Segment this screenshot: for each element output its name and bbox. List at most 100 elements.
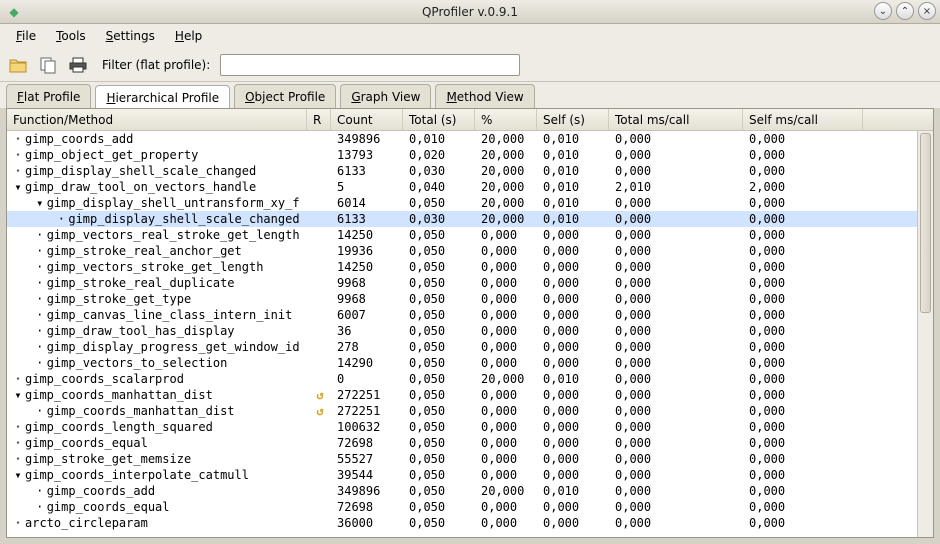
function-name: gimp_canvas_line_class_intern_init [47,308,293,322]
cell-self-ms: 0,000 [743,468,863,482]
table-row[interactable]: ·gimp_stroke_real_anchor_get199360,0500,… [7,243,933,259]
maximize-button[interactable]: ⌃ [896,2,914,20]
table-row[interactable]: ·gimp_coords_add3498960,05020,0000,0100,… [7,483,933,499]
table-row[interactable]: ·gimp_canvas_line_class_intern_init60070… [7,307,933,323]
cell-self: 0,000 [537,324,609,338]
table-row[interactable]: ·gimp_coords_manhattan_dist↺2722510,0500… [7,403,933,419]
function-name: gimp_display_shell_scale_changed [25,164,256,178]
cell-percent: 20,000 [475,164,537,178]
table-row[interactable]: ▾gimp_draw_tool_on_vectors_handle50,0402… [7,179,933,195]
cell-total-ms: 0,000 [609,260,743,274]
open-file-icon[interactable] [6,53,30,77]
table-row[interactable]: ·gimp_stroke_get_type99680,0500,0000,000… [7,291,933,307]
cell-count: 272251 [331,388,403,402]
cell-total: 0,050 [403,420,475,434]
scrollbar-thumb[interactable] [920,133,931,313]
cell-percent: 0,000 [475,276,537,290]
tree-expander-open[interactable]: ▾ [13,468,23,482]
cell-function: ·gimp_display_progress_get_window_id [7,340,307,354]
cell-self-ms: 0,000 [743,452,863,466]
window-title: QProfiler v.0.9.1 [422,5,518,19]
tab-obj[interactable]: Object Profile [234,84,336,108]
print-icon[interactable] [66,53,90,77]
filter-input[interactable] [220,54,520,76]
table-row[interactable]: ·gimp_stroke_get_memsize555270,0500,0000… [7,451,933,467]
minimize-button[interactable]: ⌄ [874,2,892,20]
col-function[interactable]: Function/Method [7,109,307,130]
cell-function: ·gimp_coords_equal [7,436,307,450]
tree-expander-open[interactable]: ▾ [35,196,45,210]
tree-leaf: · [35,228,45,242]
function-name: gimp_coords_add [47,484,155,498]
tree-expander-open[interactable]: ▾ [13,388,23,402]
table-row[interactable]: ·gimp_stroke_real_duplicate99680,0500,00… [7,275,933,291]
cell-function: ·gimp_vectors_stroke_get_length [7,260,307,274]
tab-meth[interactable]: Method View [435,84,534,108]
tree-expander-open[interactable]: ▾ [13,180,23,194]
table-row[interactable]: ▾gimp_coords_manhattan_dist↺2722510,0500… [7,387,933,403]
cell-self: 0,000 [537,388,609,402]
menu-tools[interactable]: Tools [46,25,96,47]
menu-file[interactable]: File [6,25,46,47]
cell-total-ms: 0,000 [609,132,743,146]
table-row[interactable]: ·gimp_vectors_to_selection142900,0500,00… [7,355,933,371]
tab-graph[interactable]: Graph View [340,84,431,108]
cell-total-ms: 0,000 [609,356,743,370]
cell-self: 0,010 [537,132,609,146]
window-controls: ⌄ ⌃ × [874,2,936,20]
cell-total: 0,030 [403,164,475,178]
cell-total-ms: 0,000 [609,244,743,258]
cell-total-ms: 0,000 [609,468,743,482]
table-row[interactable]: ·gimp_coords_equal726980,0500,0000,0000,… [7,499,933,515]
col-self-ms[interactable]: Self ms/call [743,109,863,130]
cell-total: 0,050 [403,356,475,370]
col-total[interactable]: Total (s) [403,109,475,130]
col-percent[interactable]: % [475,109,537,130]
cell-count: 13793 [331,148,403,162]
cell-total-ms: 0,000 [609,228,743,242]
tab-flat[interactable]: Flat Profile [6,84,91,108]
cell-self: 0,000 [537,468,609,482]
function-name: gimp_draw_tool_on_vectors_handle [25,180,256,194]
cell-total: 0,050 [403,276,475,290]
table-row[interactable]: ·gimp_vectors_stroke_get_length142500,05… [7,259,933,275]
col-self[interactable]: Self (s) [537,109,609,130]
cell-function: ·gimp_draw_tool_has_display [7,324,307,338]
table-row[interactable]: ·gimp_coords_length_squared1006320,0500,… [7,419,933,435]
table-row[interactable]: ·gimp_vectors_real_stroke_get_length1425… [7,227,933,243]
cell-percent: 0,000 [475,420,537,434]
table-body[interactable]: ·gimp_coords_add3498960,01020,0000,0100,… [7,131,933,537]
copy-icon[interactable] [36,53,60,77]
scrollbar[interactable] [917,131,933,537]
profile-table: Function/Method R Count Total (s) % Self… [6,108,934,538]
table-row[interactable]: ·gimp_display_progress_get_window_id2780… [7,339,933,355]
cell-percent: 20,000 [475,196,537,210]
cell-self-ms: 0,000 [743,132,863,146]
close-button[interactable]: × [918,2,936,20]
function-name: gimp_coords_scalarprod [25,372,184,386]
table-row[interactable]: ·gimp_display_shell_scale_changed61330,0… [7,211,933,227]
function-name: gimp_stroke_get_type [47,292,192,306]
col-count[interactable]: Count [331,109,403,130]
menu-settings[interactable]: Settings [96,25,165,47]
col-total-ms[interactable]: Total ms/call [609,109,743,130]
table-row[interactable]: ▾gimp_display_shell_untransform_xy_f6014… [7,195,933,211]
tree-leaf: · [13,420,23,434]
table-row[interactable]: ·gimp_coords_equal726980,0500,0000,0000,… [7,435,933,451]
table-row[interactable]: ·gimp_coords_scalarprod00,05020,0000,010… [7,371,933,387]
cell-self: 0,010 [537,180,609,194]
table-row[interactable]: ·gimp_draw_tool_has_display360,0500,0000… [7,323,933,339]
table-row[interactable]: ▾gimp_coords_interpolate_catmull395440,0… [7,467,933,483]
cell-count: 14290 [331,356,403,370]
table-row[interactable]: ·gimp_coords_add3498960,01020,0000,0100,… [7,131,933,147]
cell-self: 0,000 [537,404,609,418]
table-row[interactable]: ·gimp_display_shell_scale_changed61330,0… [7,163,933,179]
tab-hier[interactable]: Hierarchical Profile [95,85,230,109]
cell-count: 100632 [331,420,403,434]
table-row[interactable]: ·arcto_circleparam360000,0500,0000,0000,… [7,515,933,531]
col-r[interactable]: R [307,109,331,130]
table-row[interactable]: ·gimp_object_get_property137930,02020,00… [7,147,933,163]
cell-percent: 0,000 [475,228,537,242]
cell-recursive: ↺ [307,404,331,418]
menu-help[interactable]: Help [165,25,212,47]
